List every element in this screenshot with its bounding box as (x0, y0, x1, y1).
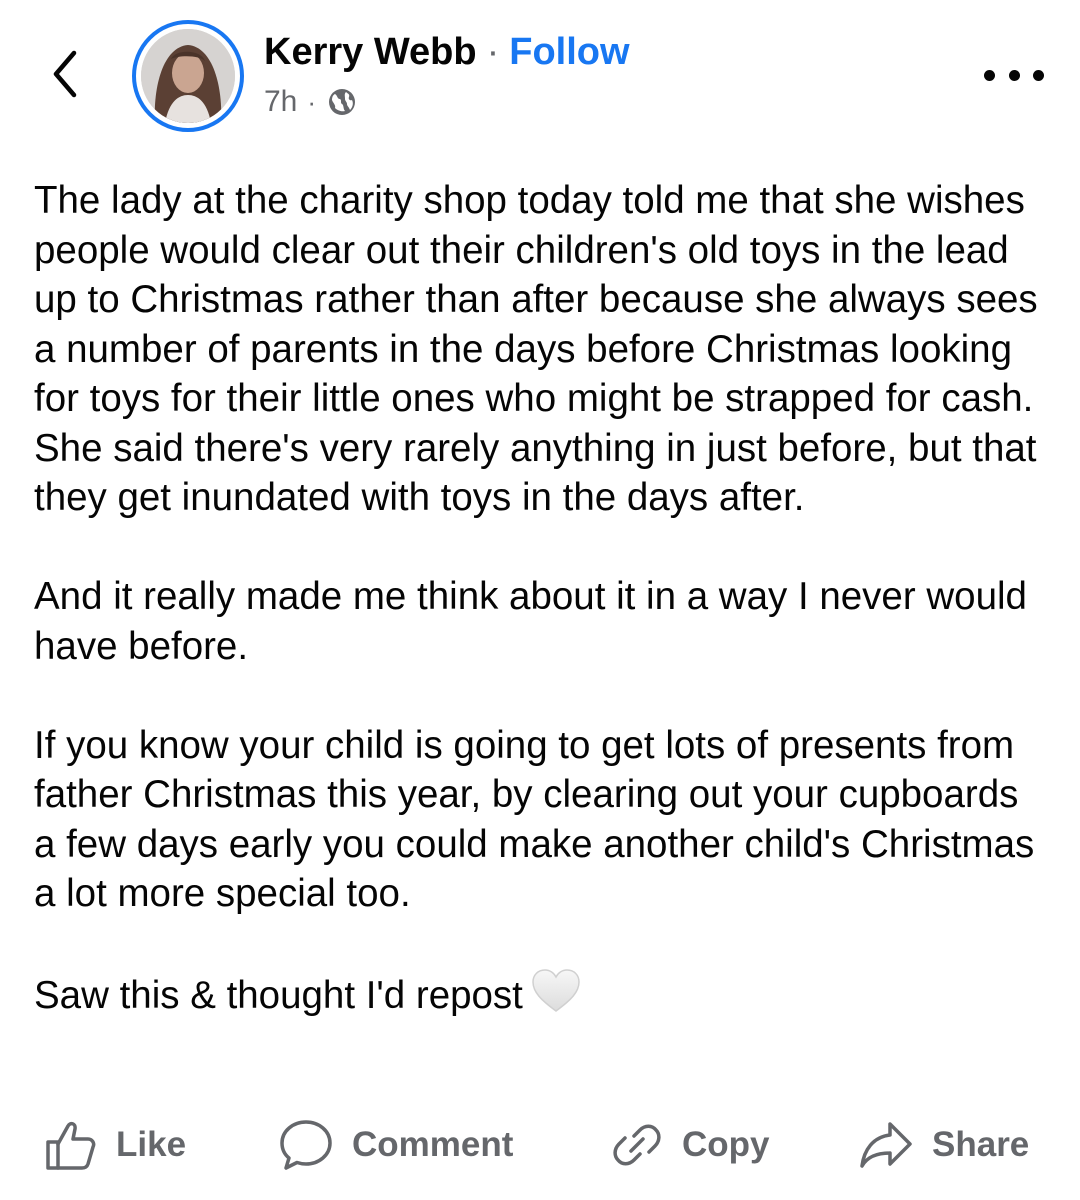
action-bar: Like Comment Copy Share (0, 1110, 1080, 1180)
thumbs-up-icon (46, 1121, 96, 1170)
copy-label: Copy (682, 1125, 770, 1164)
post-paragraph-last: Saw this & thought I'd repost (34, 968, 1044, 1027)
avatar[interactable] (132, 20, 244, 132)
ellipsis-dot (1033, 69, 1044, 81)
share-label: Share (932, 1125, 1030, 1164)
copy-button[interactable]: Copy (610, 1110, 770, 1180)
ellipsis-dot (984, 69, 995, 81)
comment-icon (280, 1120, 332, 1170)
white-heart-icon (531, 968, 581, 1027)
meta-separator: · (307, 86, 317, 117)
more-options-button[interactable] (984, 60, 1044, 90)
post-paragraph: And it really made me think about it in … (34, 575, 1027, 668)
profile-photo-art (141, 29, 235, 123)
profile-photo (141, 29, 235, 123)
post-paragraph: Saw this & thought I'd repost (34, 974, 523, 1017)
chevron-left-icon (53, 50, 77, 98)
link-icon (613, 1124, 661, 1166)
share-button[interactable]: Share (858, 1110, 1029, 1180)
globe-icon (329, 89, 356, 115)
like-label: Like (116, 1125, 187, 1164)
post-page: Kerry Webb · Follow 7h · The lady at the… (0, 0, 1080, 1200)
comment-label: Comment (352, 1125, 514, 1164)
ellipsis-dot (1008, 69, 1020, 81)
share-arrow-icon (860, 1122, 912, 1168)
like-button[interactable]: Like (44, 1110, 186, 1180)
author-line: Kerry Webb · Follow (264, 28, 630, 76)
timestamp[interactable]: 7h (264, 85, 297, 119)
follow-button[interactable]: Follow (509, 31, 629, 74)
post-meta: 7h · (264, 82, 358, 122)
back-button[interactable] (40, 44, 90, 104)
comment-button[interactable]: Comment (278, 1110, 513, 1180)
post-paragraph: If you know your child is going to get l… (34, 723, 1035, 916)
author-name[interactable]: Kerry Webb (264, 31, 477, 74)
post-paragraph: The lady at the charity shop today told … (34, 179, 1038, 519)
name-separator: · (486, 30, 500, 73)
post-text: The lady at the charity shop today told … (34, 176, 1044, 1027)
